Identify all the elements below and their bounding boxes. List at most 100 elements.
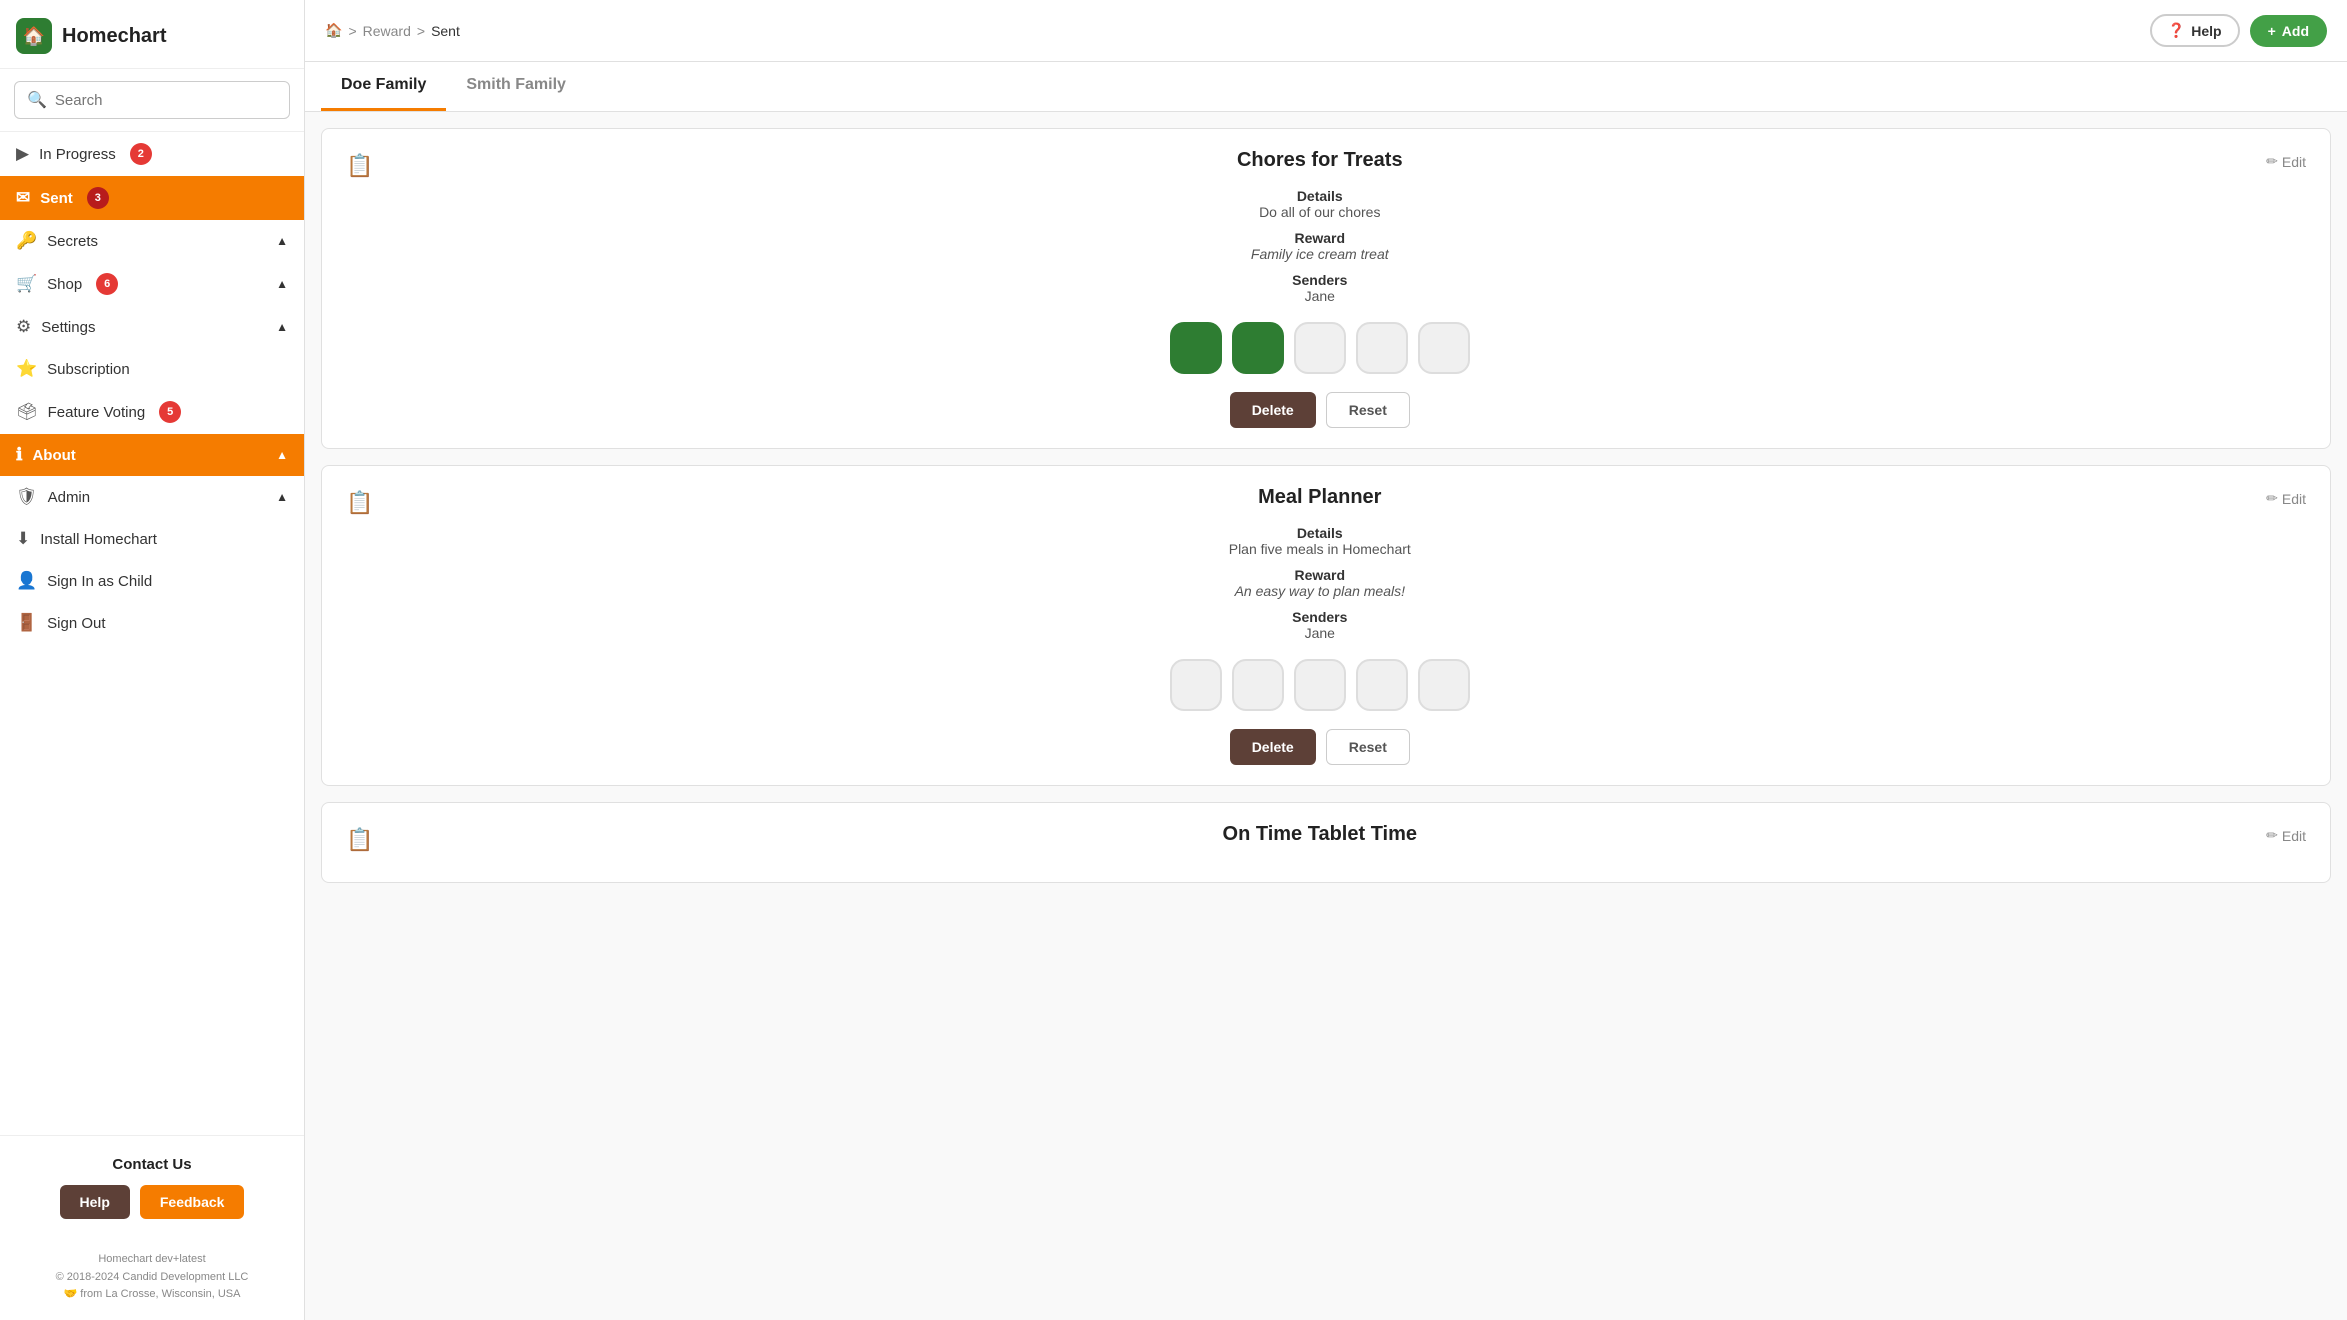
help-button[interactable]: Help [60, 1185, 130, 1219]
contact-buttons: Help Feedback [16, 1185, 288, 1219]
reward-value-1: Family ice cream treat [389, 246, 2250, 262]
edit-button-3[interactable]: ✏ Edit [2266, 827, 2306, 844]
edit-button-1[interactable]: ✏ Edit [2266, 153, 2306, 170]
senders-value-1: Jane [389, 288, 2250, 304]
install-icon: ⬇ [16, 529, 30, 549]
dot-2-3[interactable] [1294, 659, 1346, 711]
sidebar-item-label: Secrets [47, 233, 98, 250]
card-icon-col-3: 📋 [346, 823, 373, 862]
delete-button-1[interactable]: Delete [1230, 392, 1316, 428]
settings-chevron: ▲ [276, 320, 288, 334]
details-value-1: Do all of our chores [389, 204, 2250, 220]
dot-1-3[interactable] [1294, 322, 1346, 374]
dot-1-1[interactable] [1170, 322, 1222, 374]
sidebar-item-settings[interactable]: ⚙ Settings ▲ [0, 306, 304, 348]
progress-dots-1 [389, 322, 2250, 374]
sidebar-item-admin[interactable]: 🛡 Admin ▲ [0, 476, 304, 518]
delete-button-2[interactable]: Delete [1230, 729, 1316, 765]
card-details-1: Details Do all of our chores [389, 188, 2250, 220]
sidebar-item-label: Subscription [47, 361, 130, 378]
contact-title: Contact Us [16, 1156, 288, 1173]
breadcrumb: 🏠 > Reward > Sent [325, 22, 460, 39]
sidebar-item-install-homechart[interactable]: ⬇ Install Homechart [0, 518, 304, 560]
breadcrumb-separator-1: > [348, 23, 356, 39]
shop-badge: 6 [96, 273, 118, 295]
card-reward-1: Reward Family ice cream treat [389, 230, 2250, 262]
reset-button-1[interactable]: Reset [1326, 392, 1410, 428]
card-body-3: On Time Tablet Time [389, 823, 2250, 862]
tab-doe-family[interactable]: Doe Family [321, 62, 446, 111]
sidebar-item-shop[interactable]: 🛒 Shop 6 ▲ [0, 262, 304, 306]
topbar-add-button[interactable]: + Add [2250, 15, 2327, 47]
reward-label-1: Reward [389, 230, 2250, 246]
edit-label-3: Edit [2282, 828, 2306, 844]
dot-1-4[interactable] [1356, 322, 1408, 374]
sidebar-item-label: Shop [47, 276, 82, 293]
dot-2-1[interactable] [1170, 659, 1222, 711]
admin-icon: 🛡 [16, 487, 38, 507]
reward-label-2: Reward [389, 567, 2250, 583]
breadcrumb-home[interactable]: 🏠 [325, 22, 342, 39]
progress-dots-2 [389, 659, 2250, 711]
card-senders-1: Senders Jane [389, 272, 2250, 304]
sidebar-item-secrets[interactable]: 🔑 Secrets ▲ [0, 220, 304, 262]
edit-button-2[interactable]: ✏ Edit [2266, 490, 2306, 507]
sidebar-item-sign-out[interactable]: 🚪 Sign Out [0, 602, 304, 644]
card-senders-2: Senders Jane [389, 609, 2250, 641]
sidebar-item-sent[interactable]: ✉ Sent 3 [0, 176, 304, 220]
sidebar-item-in-progress[interactable]: ▶ In Progress 2 [0, 132, 304, 176]
dot-1-5[interactable] [1418, 322, 1470, 374]
senders-value-2: Jane [389, 625, 2250, 641]
footer-line3: 🤝 from La Crosse, Wisconsin, USA [16, 1286, 288, 1304]
sidebar-item-label: In Progress [39, 146, 116, 163]
topbar-actions: ❓ Help + Add [2150, 14, 2327, 47]
sidebar-item-sign-in-as-child[interactable]: 👤 Sign In as Child [0, 560, 304, 602]
about-chevron: ▲ [276, 448, 288, 462]
dot-1-2[interactable] [1232, 322, 1284, 374]
search-box[interactable]: 🔍 [14, 81, 290, 119]
search-input[interactable] [55, 92, 277, 109]
card-reward-2: Reward An easy way to plan meals! [389, 567, 2250, 599]
breadcrumb-reward[interactable]: Reward [363, 23, 411, 39]
sidebar-item-feature-voting[interactable]: 🗳 Feature Voting 5 [0, 390, 304, 434]
search-container: 🔍 [0, 69, 304, 132]
card-body-2: Meal Planner Details Plan five meals in … [389, 486, 2250, 765]
sidebar-item-subscription[interactable]: ⭐ Subscription [0, 348, 304, 390]
in-progress-badge: 2 [130, 143, 152, 165]
tabs-bar: Doe Family Smith Family [305, 62, 2347, 112]
app-logo: 🏠 Homechart [0, 0, 304, 69]
reward-card-2: 📋 Meal Planner Details Plan five meals i… [321, 465, 2331, 786]
card-edit-col-3: ✏ Edit [2266, 823, 2306, 862]
dot-2-5[interactable] [1418, 659, 1470, 711]
sidebar-item-label: Feature Voting [48, 404, 146, 421]
card-body-1: Chores for Treats Details Do all of our … [389, 149, 2250, 428]
card-edit-col-2: ✏ Edit [2266, 486, 2306, 765]
topbar-help-button[interactable]: ❓ Help [2150, 14, 2240, 47]
feedback-button[interactable]: Feedback [140, 1185, 245, 1219]
sidebar-nav: ▶ In Progress 2 ✉ Sent 3 🔑 Secrets ▲ 🛒 S… [0, 132, 304, 644]
reward-value-2: An easy way to plan meals! [389, 583, 2250, 599]
feature-voting-icon: 🗳 [16, 402, 38, 422]
edit-label-1: Edit [2282, 154, 2306, 170]
sidebar-item-label: Admin [48, 489, 91, 506]
card-actions-1: Delete Reset [389, 392, 2250, 428]
topbar-help-label: Help [2191, 23, 2221, 39]
tab-smith-family[interactable]: Smith Family [446, 62, 586, 111]
dot-2-4[interactable] [1356, 659, 1408, 711]
app-name: Homechart [62, 25, 166, 48]
sidebar-item-label: Sign Out [47, 615, 105, 632]
reward-card-1: 📋 Chores for Treats Details Do all of ou… [321, 128, 2331, 449]
edit-pencil-icon-3: ✏ [2266, 827, 2278, 844]
details-label-1: Details [389, 188, 2250, 204]
reward-card-3: 📋 On Time Tablet Time ✏ Edit [321, 802, 2331, 883]
dot-2-2[interactable] [1232, 659, 1284, 711]
admin-chevron: ▲ [276, 490, 288, 504]
in-progress-icon: ▶ [16, 144, 29, 164]
senders-label-1: Senders [389, 272, 2250, 288]
main-content: 🏠 > Reward > Sent ❓ Help + Add Doe Famil… [305, 0, 2347, 1320]
search-icon: 🔍 [27, 90, 47, 110]
reset-button-2[interactable]: Reset [1326, 729, 1410, 765]
sidebar-item-about[interactable]: ℹ About ▲ [0, 434, 304, 476]
card-title-2: Meal Planner [389, 486, 2250, 509]
senders-label-2: Senders [389, 609, 2250, 625]
